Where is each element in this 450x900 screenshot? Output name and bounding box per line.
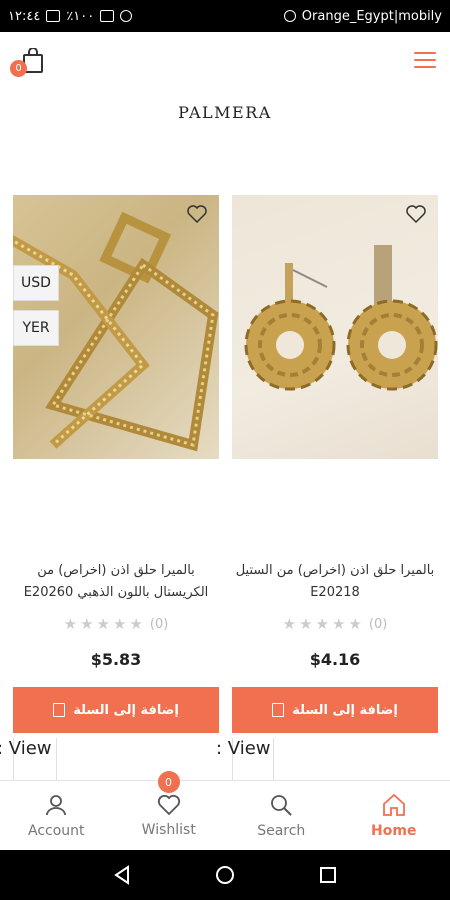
app-header: 0 [0, 32, 450, 92]
product-price: $5.83 [90, 650, 142, 669]
battery-icon [46, 10, 61, 22]
product-card[interactable]: بالميرا حلق اذن (اخراص) من الستيل E20218… [232, 195, 438, 733]
product-grid: USD YER بالميرا حلق اذن (اخراص) من الكري… [0, 195, 439, 780]
bottom-navigation: Account 0 Wishlist Search Home [0, 771, 450, 850]
product-image[interactable] [232, 195, 438, 459]
status-right: Orange_Egypt|mobily [283, 8, 442, 24]
signal-icon [100, 10, 115, 22]
rating-stars-icon: ★★★★★ [63, 615, 146, 633]
cart-button[interactable]: 0 [10, 48, 44, 78]
nav-account-label: Account [27, 822, 85, 839]
product-title[interactable]: بالميرا حلق اذن (اخراص) من الستيل E20218 [232, 560, 438, 604]
notification-icon [283, 10, 296, 22]
add-to-cart-button[interactable]: إضافة إلى السلة [13, 687, 219, 733]
nav-search-label: Search [257, 822, 306, 839]
user-icon [46, 794, 67, 815]
nav-home[interactable]: Home [338, 781, 450, 850]
wishlist-count-badge: 0 [157, 771, 180, 793]
status-bar: ١٢:٤٤ ٪١٠٠ Orange_Egypt|mobily [0, 0, 450, 32]
nav-home-label: Home [371, 822, 417, 839]
add-to-cart-label: إضافة إلى السلة [292, 702, 398, 718]
search-icon [271, 794, 292, 816]
view-label[interactable]: : View [0, 738, 52, 759]
back-triangle-icon[interactable] [111, 864, 133, 886]
wishlist-heart-icon[interactable] [187, 205, 207, 223]
product-image[interactable]: USD YER [13, 195, 219, 459]
product-title[interactable]: بالميرا حلق اذن (اخراص) من الكريستال بال… [13, 560, 219, 604]
nav-wishlist-label: Wishlist [141, 821, 196, 838]
home-icon [382, 793, 405, 816]
currency-yer-button[interactable]: YER [13, 310, 59, 346]
cart-count-badge: 0 [10, 60, 27, 77]
home-circle-icon[interactable] [214, 864, 236, 886]
rating-stars-icon: ★★★★★ [282, 615, 365, 633]
system-navigation-bar [0, 850, 450, 900]
cart-bag-icon [272, 703, 285, 717]
menu-hamburger-icon[interactable] [414, 52, 436, 70]
battery-level: ٪١٠٠ [66, 8, 95, 24]
rating-count: (0) [149, 616, 169, 632]
carrier-name: Orange_Egypt|mobily [301, 8, 442, 24]
nav-wishlist[interactable]: 0 Wishlist [113, 771, 226, 850]
currency-usd-button[interactable]: USD [13, 265, 59, 301]
add-to-cart-label: إضافة إلى السلة [73, 702, 179, 718]
product-rating: ★★★★★ (0) [232, 615, 438, 633]
nav-search[interactable]: Search [225, 781, 338, 850]
status-time: ١٢:٤٤ [8, 8, 41, 24]
brand-logo: PALMERA [178, 103, 272, 122]
steel-earring-image [244, 245, 438, 391]
view-label[interactable]: : View [216, 738, 271, 759]
recents-square-icon[interactable] [317, 864, 339, 886]
product-price: $4.16 [309, 650, 361, 669]
wishlist-heart-icon[interactable] [406, 205, 426, 223]
status-left: ١٢:٤٤ ٪١٠٠ [8, 8, 133, 24]
product-rating: ★★★★★ (0) [13, 615, 219, 633]
add-to-cart-button[interactable]: إضافة إلى السلة [232, 687, 438, 733]
product-card[interactable]: USD YER بالميرا حلق اذن (اخراص) من الكري… [13, 195, 219, 733]
wifi-icon [120, 10, 133, 22]
cart-bag-icon [53, 703, 66, 717]
rating-count: (0) [368, 616, 388, 632]
heart-icon [157, 794, 180, 815]
nav-account[interactable]: Account [0, 781, 113, 850]
